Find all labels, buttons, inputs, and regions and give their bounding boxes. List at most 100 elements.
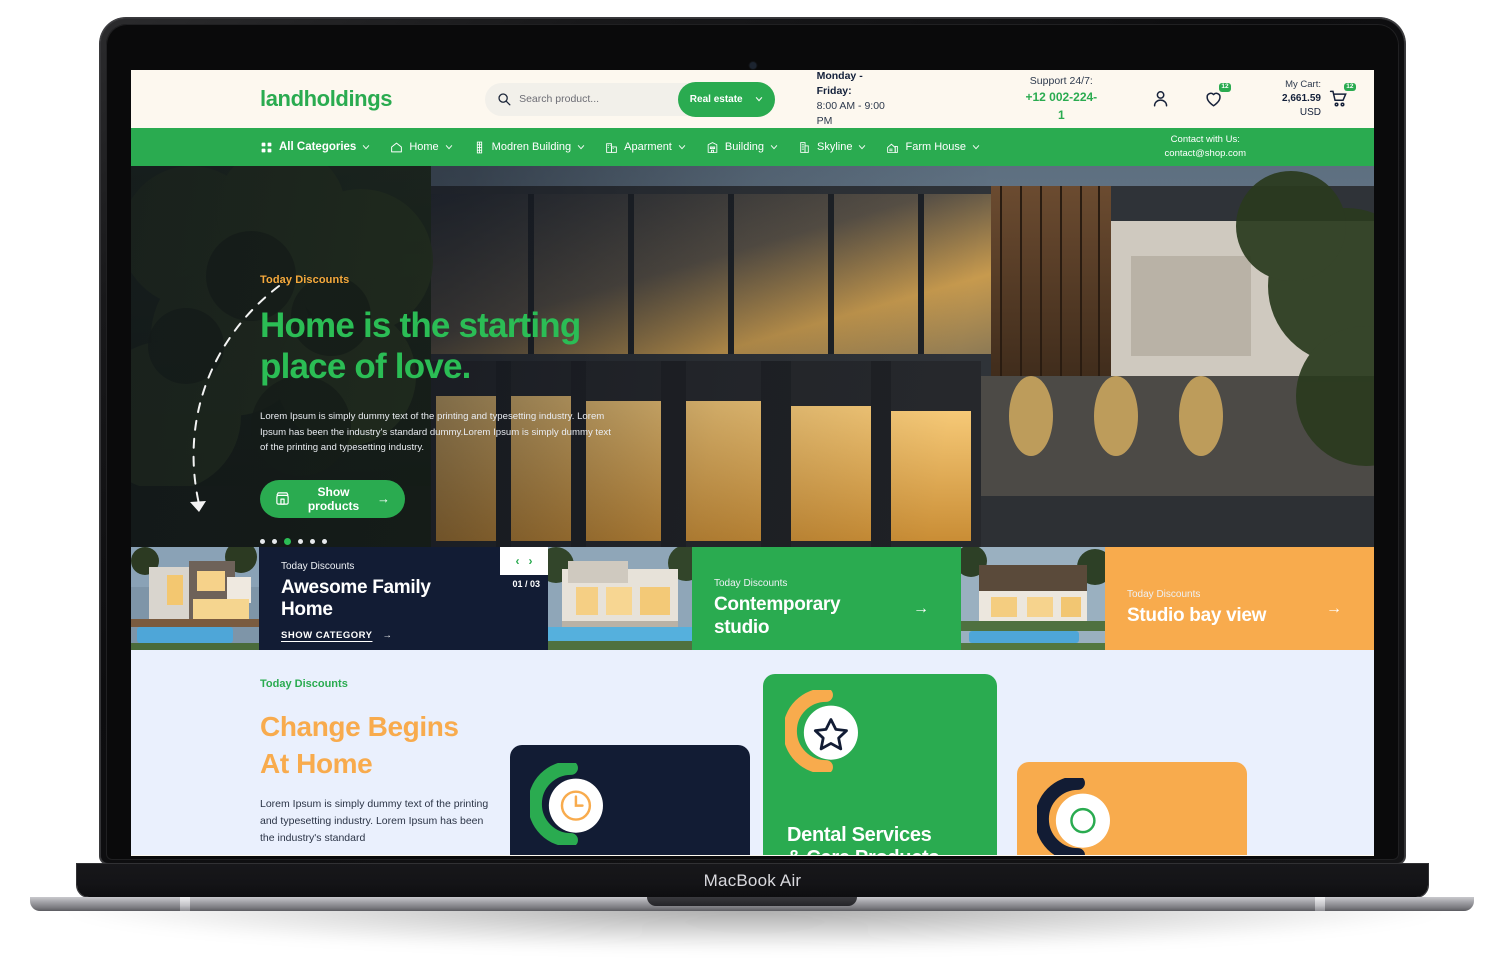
browser-viewport: landholdings Real estate Monday - Friday…	[131, 70, 1374, 856]
promo-paragraph: Lorem Ipsum is simply dummy text of the …	[260, 798, 489, 845]
skyline-icon	[800, 141, 809, 153]
nav-contact: Contact with Us: contact@shop.com	[1165, 133, 1246, 161]
promo-tile-orange[interactable]	[1017, 762, 1247, 855]
house-icon	[391, 142, 403, 152]
search-icon	[498, 93, 511, 106]
clock-icon	[530, 763, 603, 845]
carousel-dot[interactable]	[322, 538, 327, 544]
circle-icon	[1037, 778, 1110, 855]
laptop-mockup-scene: landholdings Real estate Monday - Friday…	[0, 0, 1504, 958]
wishlist-button[interactable]: 12	[1204, 83, 1232, 109]
nav-label: All Categories	[279, 141, 357, 153]
main-navigation: All Categories Home Modren Building Apar…	[131, 128, 1374, 166]
tower-icon	[476, 141, 482, 153]
chevron-down-icon	[972, 145, 980, 150]
building-icon	[707, 141, 718, 153]
store-icon	[276, 492, 289, 505]
site-header: landholdings Real estate Monday - Friday…	[131, 70, 1374, 128]
category-image-3	[961, 547, 1105, 650]
nav-item-modren-building[interactable]: Modren Building	[473, 141, 586, 154]
chevron-down-icon	[445, 145, 452, 150]
nav-item-home[interactable]: Home	[390, 141, 452, 154]
carousel-controls[interactable]: ‹ ›	[500, 547, 548, 575]
device-label: MacBook Air	[703, 870, 802, 890]
hero-carousel-dots[interactable]	[260, 537, 680, 545]
hero-eyebrow: Today Discounts	[260, 274, 350, 286]
promo-section: Today Discounts Change Begins At Home Lo…	[131, 650, 1374, 855]
nav-item-all-categories[interactable]: All Categories	[260, 141, 370, 154]
category-card-awesome-family-home[interactable]: Today Discounts Awesome Family Home SHOW…	[259, 547, 548, 650]
card-title-line1: Studio bay view	[1127, 605, 1267, 627]
carousel-dot[interactable]	[260, 538, 265, 544]
user-icon	[1153, 91, 1168, 107]
heart-icon	[1206, 92, 1221, 107]
site-logo[interactable]: landholdings	[260, 86, 392, 112]
apartment-icon	[606, 142, 617, 153]
grid-icon	[261, 142, 272, 152]
card-title-line2: Home	[281, 599, 333, 621]
promo-tile-clock[interactable]	[510, 745, 750, 855]
chevron-down-icon	[363, 145, 370, 150]
nav-item-building[interactable]: Building	[706, 141, 778, 154]
search-bar[interactable]: Real estate	[485, 81, 775, 117]
cart-currency: USD	[1299, 106, 1321, 118]
cart-label: My Cart:	[1285, 79, 1321, 91]
hero-title-line1: Home is the starting	[260, 306, 581, 345]
carousel-dot-active[interactable]	[284, 537, 291, 545]
show-products-button[interactable]: Show products →	[260, 479, 405, 518]
show-category-link[interactable]: SHOW CATEGORY →	[281, 630, 528, 641]
webcam-icon	[749, 62, 756, 69]
nav-item-aparment[interactable]: Aparment	[605, 141, 686, 154]
arrow-right-icon[interactable]: →	[913, 600, 929, 618]
show-category-label: SHOW CATEGORY	[281, 630, 373, 642]
nav-item-farm-house[interactable]: Farm House	[886, 141, 980, 154]
carousel-counter: 01 / 03	[512, 579, 540, 589]
arrow-right-icon: →	[377, 491, 390, 507]
cart-summary: My Cart: 2,661.59 USD	[1261, 78, 1321, 119]
cart-button[interactable]: My Cart: 2,661.59 USD 12	[1261, 78, 1357, 119]
carousel-next-button[interactable]: ›	[529, 554, 533, 568]
hero-title-line2: place of love.	[260, 346, 471, 386]
promo-tile-title: Dental Services & Care Products.	[787, 824, 945, 855]
carousel-dot[interactable]	[310, 538, 315, 544]
arrow-right-icon: →	[382, 630, 393, 642]
carousel-dot[interactable]	[272, 538, 277, 544]
nav-label: Home	[409, 141, 439, 153]
chevron-down-icon	[770, 145, 778, 150]
nav-label: Modren Building	[491, 141, 572, 153]
category-image-1	[131, 547, 259, 650]
chevron-down-icon	[859, 145, 866, 150]
nav-label: Building	[724, 141, 765, 153]
farmhouse-icon	[887, 143, 899, 153]
promo-tile-dental[interactable]: Dental Services & Care Products.	[763, 674, 997, 855]
laptop-base: MacBook Air	[77, 864, 1428, 897]
card-title-line1: Awesome Family	[281, 577, 431, 598]
cart-amount: 2,661.59	[1282, 92, 1321, 104]
business-hours-time: 8:00 AM - 9:00 PM	[816, 100, 885, 128]
nav-label: Farm House	[905, 141, 967, 153]
category-card-contemporary-studio[interactable]: Today Discounts Contemporary studio →	[692, 547, 961, 650]
nav-contact-email[interactable]: contact@shop.com	[1165, 147, 1246, 161]
business-hours: Monday - Friday: 8:00 AM - 9:00 PM	[817, 70, 900, 129]
nav-label: Aparment	[624, 141, 672, 153]
arrow-right-icon[interactable]: →	[1326, 600, 1342, 618]
promo-tile-title-line1: Dental Services	[787, 824, 932, 847]
category-card-studio-bay-view[interactable]: Today Discounts Studio bay view →	[1105, 547, 1374, 650]
support-phone[interactable]: +12 002-224-1	[1024, 89, 1099, 124]
card-title: Studio bay view	[1127, 605, 1326, 627]
search-input[interactable]	[519, 93, 670, 105]
card-title-line1: Contemporary	[714, 594, 841, 616]
laptop-notch	[647, 897, 857, 906]
card-eyebrow: Today Discounts	[1127, 589, 1201, 601]
carousel-prev-button[interactable]: ‹	[516, 554, 520, 568]
category-image-2	[548, 547, 692, 650]
hero-content: Today Discounts Home is the starting pla…	[260, 274, 680, 545]
category-strip: Today Discounts Awesome Family Home SHOW…	[131, 547, 1374, 650]
carousel-dot[interactable]	[298, 538, 303, 544]
search-category-dropdown[interactable]: Real estate	[677, 81, 775, 117]
card-eyebrow: Today Discounts	[281, 561, 355, 572]
hero-paragraph: Lorem Ipsum is simply dummy text of the …	[260, 411, 611, 454]
nav-item-skyline[interactable]: Skyline	[798, 141, 866, 154]
account-button[interactable]	[1151, 89, 1170, 109]
card-title: Awesome Family Home	[281, 577, 528, 621]
